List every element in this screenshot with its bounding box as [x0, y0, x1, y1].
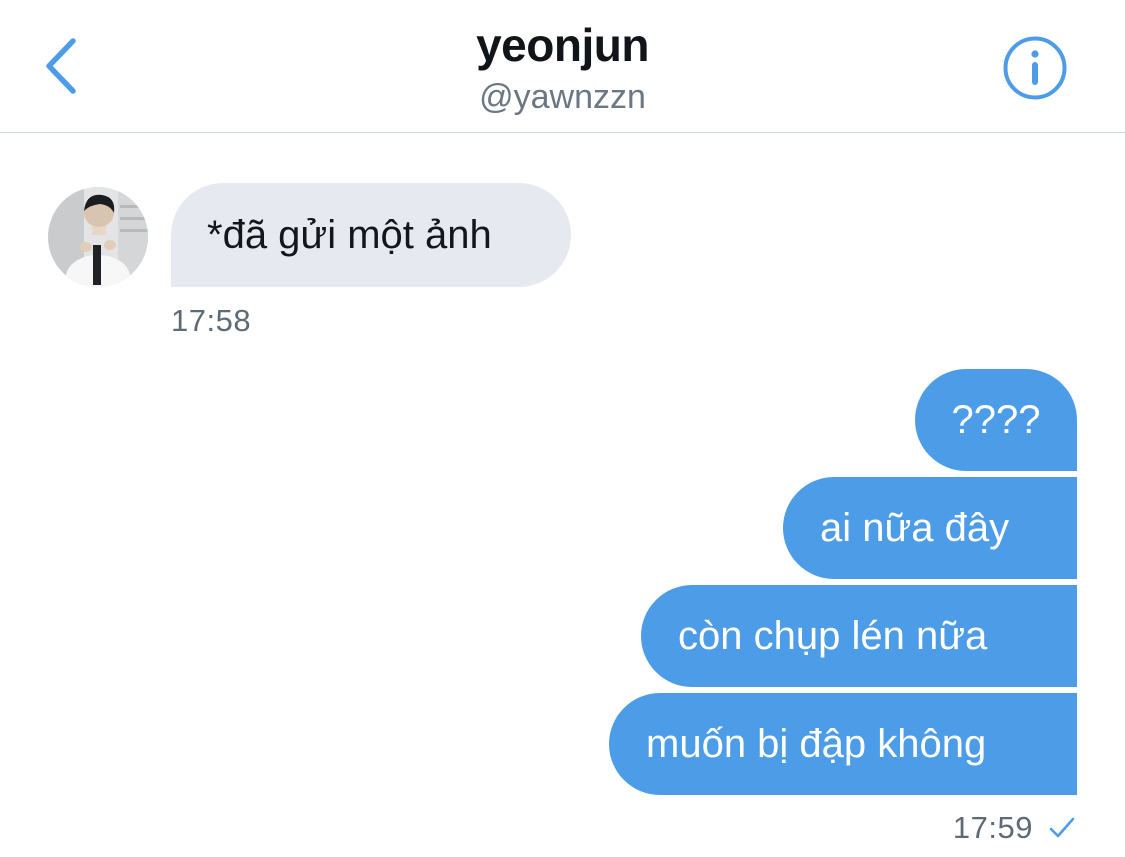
- outgoing-message-bubble[interactable]: ????: [915, 369, 1077, 471]
- outgoing-message-bubble[interactable]: muốn bị đập không: [609, 693, 1077, 795]
- outgoing-timestamp-row: 17:59: [953, 810, 1077, 846]
- avatar[interactable]: [48, 187, 148, 287]
- avatar-photo: [48, 187, 148, 287]
- outgoing-message-bubble[interactable]: ai nữa đây: [783, 477, 1077, 579]
- outgoing-message-bubble[interactable]: còn chụp lén nữa: [641, 585, 1077, 687]
- incoming-timestamp: 17:58: [171, 303, 252, 338]
- incoming-message-bubble[interactable]: *đã gửi một ảnh: [171, 183, 571, 287]
- outgoing-message-text: còn chụp lén nữa: [678, 613, 988, 658]
- info-button[interactable]: [1002, 35, 1068, 101]
- outgoing-message-text: ????: [951, 397, 1041, 442]
- contact-handle: @yawnzzn: [479, 78, 646, 116]
- incoming-message-text: *đã gửi một ảnh: [207, 212, 492, 257]
- checkmark-icon: [1049, 817, 1075, 838]
- info-circle-icon: [1003, 36, 1067, 100]
- outgoing-message-text: ai nữa đây: [820, 505, 1010, 550]
- outgoing-message-text: muốn bị đập không: [646, 721, 987, 766]
- conversation-header: yeonjun @yawnzzn: [0, 0, 1125, 133]
- outgoing-timestamp: 17:59: [952, 810, 1033, 845]
- contact-name: yeonjun: [476, 19, 649, 71]
